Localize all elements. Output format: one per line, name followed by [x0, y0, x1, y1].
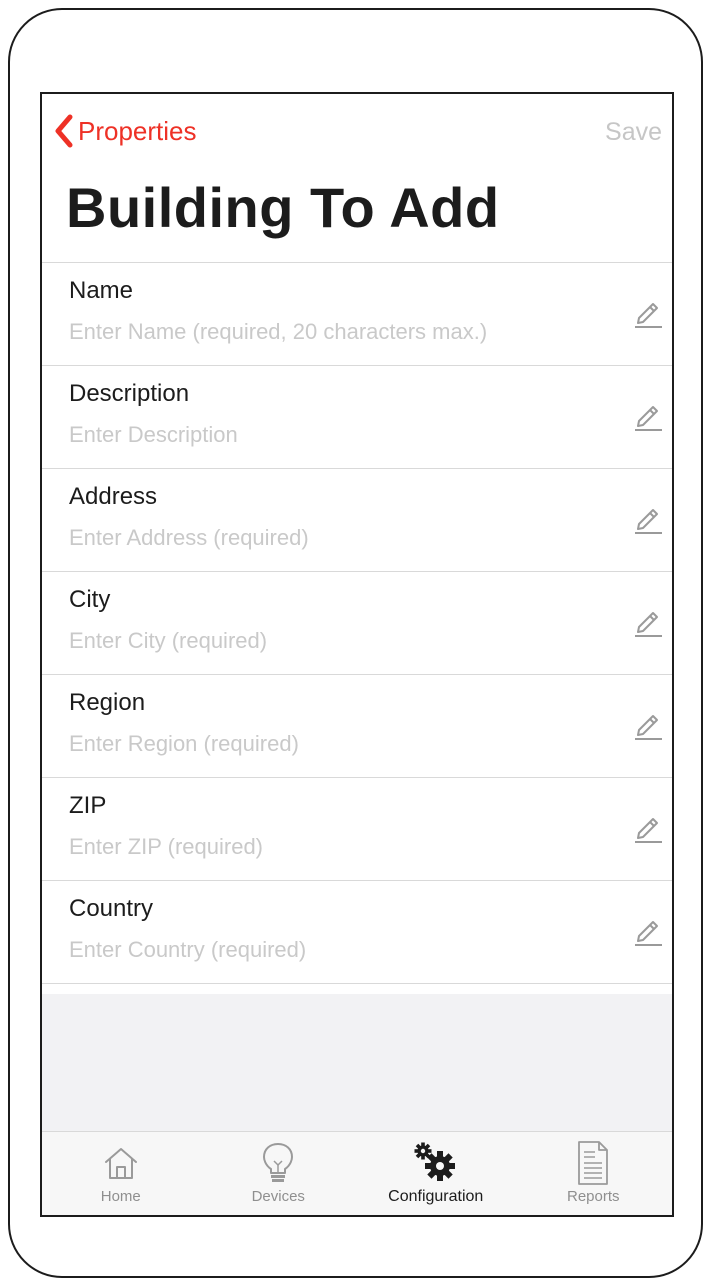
zip-input[interactable] — [69, 834, 589, 860]
country-field-label: Country — [69, 895, 154, 922]
tab-devices-label: Devices — [251, 1188, 305, 1205]
navigation-bar: Properties Save — [42, 94, 672, 174]
tab-devices[interactable]: Devices — [200, 1132, 358, 1215]
country-field-row[interactable]: Country — [42, 881, 672, 984]
gears-icon — [412, 1140, 460, 1186]
tab-configuration[interactable]: Configuration — [357, 1132, 515, 1215]
tab-home-label: Home — [100, 1188, 141, 1205]
address-input[interactable] — [69, 525, 589, 551]
name-field-row[interactable]: Name — [42, 263, 672, 366]
lightbulb-icon — [258, 1140, 298, 1186]
country-input[interactable] — [69, 937, 589, 963]
description-input[interactable] — [69, 422, 589, 448]
tab-reports-label: Reports — [566, 1188, 620, 1205]
zip-field-label: ZIP — [69, 792, 107, 819]
document-icon — [575, 1140, 611, 1186]
region-field-row[interactable]: Region — [42, 675, 672, 778]
name-input[interactable] — [69, 319, 589, 345]
empty-background-area — [42, 994, 672, 1133]
pencil-icon[interactable] — [632, 503, 664, 535]
form-list: Name Description Address — [42, 262, 672, 984]
pencil-icon[interactable] — [632, 812, 664, 844]
save-button[interactable]: Save — [605, 118, 662, 147]
back-button[interactable]: Properties — [54, 114, 197, 148]
description-field-row[interactable]: Description — [42, 366, 672, 469]
back-button-label: Properties — [78, 115, 197, 146]
tab-bar: Home Devices Configuration Reports — [42, 1131, 672, 1215]
address-field-label: Address — [69, 483, 158, 510]
address-field-row[interactable]: Address — [42, 469, 672, 572]
pencil-icon[interactable] — [632, 297, 664, 329]
name-field-label: Name — [69, 277, 134, 304]
home-icon — [101, 1140, 141, 1186]
pencil-icon[interactable] — [632, 709, 664, 741]
region-input[interactable] — [69, 731, 589, 757]
tab-home[interactable]: Home — [42, 1132, 200, 1215]
description-field-label: Description — [69, 380, 190, 407]
page-title: Building To Add — [66, 176, 500, 239]
city-input[interactable] — [69, 628, 589, 654]
zip-field-row[interactable]: ZIP — [42, 778, 672, 881]
tab-reports[interactable]: Reports — [515, 1132, 673, 1215]
pencil-icon[interactable] — [632, 606, 664, 638]
app-screen: Properties Save Building To Add Name Des… — [40, 92, 674, 1217]
region-field-label: Region — [69, 689, 146, 716]
pencil-icon[interactable] — [632, 400, 664, 432]
pencil-icon[interactable] — [632, 915, 664, 947]
chevron-left-icon — [55, 114, 73, 148]
city-field-row[interactable]: City — [42, 572, 672, 675]
tab-configuration-label: Configuration — [388, 1188, 484, 1205]
city-field-label: City — [69, 586, 111, 613]
